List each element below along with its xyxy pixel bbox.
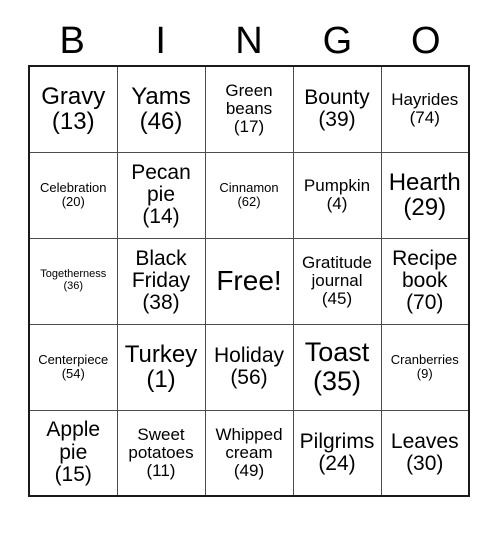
header-letter-b: B	[59, 20, 85, 62]
bingo-cell-label: Green beans	[225, 81, 273, 119]
bingo-cell-number: (9)	[416, 366, 433, 381]
bingo-cell[interactable]: Pilgrims (24)	[292, 409, 382, 497]
bingo-cell[interactable]: Hearth (29)	[380, 151, 470, 239]
header-letter-g: G	[322, 20, 353, 62]
bingo-cell-label: Free!	[216, 265, 282, 297]
bingo-cell-number: (56)	[230, 366, 268, 389]
bingo-cell-number: (39)	[318, 108, 356, 132]
bingo-cell[interactable]: Black Friday (38)	[116, 237, 206, 325]
bingo-cell-number: (49)	[233, 460, 265, 480]
bingo-cell-label: Leaves	[390, 429, 459, 453]
bingo-cell-label: Turkey	[124, 340, 198, 368]
bingo-cell-number: (70)	[406, 291, 444, 315]
bingo-cell-number: (36)	[63, 280, 84, 292]
bingo-cell-label: Celebration	[40, 180, 107, 196]
bingo-cell-number: (14)	[142, 205, 180, 229]
bingo-cell-number: (1)	[146, 366, 176, 393]
bingo-cell[interactable]: Sweet potatoes (11)	[116, 409, 206, 497]
bingo-grid: Gravy (13) Yams (46) Green beans (17) Bounty (3…	[28, 65, 470, 497]
bingo-cell[interactable]: Yams (46)	[116, 65, 206, 153]
header-letter-i: I	[155, 20, 166, 62]
header-letter-o: O	[411, 20, 441, 62]
bingo-cell-label: Apple pie	[46, 418, 101, 464]
bingo-cell-label: Centerpiece	[38, 352, 109, 368]
bingo-header: B I N G O	[28, 18, 470, 65]
bingo-cell-number: (20)	[61, 194, 85, 209]
bingo-cell[interactable]: Apple pie (15)	[28, 409, 118, 497]
bingo-cell-number: (46)	[139, 108, 183, 136]
bingo-cell-number: (30)	[406, 451, 444, 475]
bingo-cell-label: Pumpkin	[303, 175, 371, 195]
bingo-cell-label: Whipped cream	[215, 424, 283, 462]
bingo-row: Togetherness (36) Black Friday (38) Free! Gra…	[28, 237, 470, 325]
bingo-cell-label: Recipe book	[392, 246, 458, 292]
bingo-cell[interactable]: Turkey (1)	[116, 323, 206, 411]
bingo-cell[interactable]: Leaves (30)	[380, 409, 470, 497]
bingo-card: B I N G O Gravy (13) Yams (46) Green beans (1…	[28, 18, 470, 497]
bingo-free-space[interactable]: Free!	[204, 237, 294, 325]
bingo-cell-label: Sweet potatoes	[128, 424, 194, 462]
header-letter-n: N	[235, 20, 263, 62]
bingo-cell-label: Hearth	[388, 168, 461, 196]
bingo-cell-number: (54)	[61, 366, 85, 381]
bingo-cell[interactable]: Gratitude journal (45)	[292, 237, 382, 325]
bingo-cell-number: (35)	[312, 366, 361, 396]
bingo-cell-label: Cranberries	[390, 352, 459, 368]
bingo-cell-label: Bounty	[304, 86, 370, 109]
bingo-cell-label: Pecan pie	[131, 160, 191, 206]
bingo-row: Celebration (20) Pecan pie (14) Cinnamon (62)…	[28, 151, 470, 239]
bingo-cell-label: Cinnamon	[219, 180, 279, 196]
bingo-cell-number: (17)	[233, 117, 265, 137]
bingo-cell-label: Gratitude journal	[302, 252, 372, 290]
bingo-cell[interactable]: Cinnamon (62)	[204, 151, 294, 239]
bingo-cell-number: (24)	[318, 451, 356, 475]
bingo-cell-number: (4)	[326, 194, 348, 213]
bingo-cell[interactable]: Celebration (20)	[28, 151, 118, 239]
bingo-cell-number: (29)	[403, 194, 447, 221]
bingo-cell[interactable]: Centerpiece (54)	[28, 323, 118, 411]
bingo-cell-number: (13)	[51, 108, 95, 136]
bingo-cell[interactable]: Cranberries (9)	[380, 323, 470, 411]
bingo-cell[interactable]: Recipe book (70)	[380, 237, 470, 325]
bingo-cell-number: (11)	[146, 460, 176, 480]
bingo-row: Gravy (13) Yams (46) Green beans (17) Bounty (3…	[28, 65, 470, 153]
bingo-row: Apple pie (15) Sweet potatoes (11) Whipped c…	[28, 409, 470, 497]
bingo-cell-label: Hayrides	[391, 90, 459, 110]
bingo-cell-label: Holiday	[213, 343, 285, 367]
bingo-cell-number: (62)	[237, 194, 261, 209]
bingo-cell[interactable]: Gravy (13)	[28, 65, 118, 153]
bingo-cell[interactable]: Pecan pie (14)	[116, 151, 206, 239]
bingo-cell[interactable]: Pumpkin (4)	[292, 151, 382, 239]
bingo-cell[interactable]: Toast (35)	[292, 323, 382, 411]
bingo-cell-label: Toast	[304, 337, 370, 368]
bingo-cell-number: (74)	[409, 108, 440, 128]
bingo-cell-number: (45)	[321, 289, 353, 308]
bingo-cell[interactable]: Bounty (39)	[292, 65, 382, 153]
bingo-cell[interactable]: Whipped cream (49)	[204, 409, 294, 497]
bingo-row: Centerpiece (54) Turkey (1) Holiday (56) Toast…	[28, 323, 470, 411]
bingo-cell-label: Pilgrims	[299, 429, 375, 453]
bingo-cell[interactable]: Holiday (56)	[204, 323, 294, 411]
bingo-cell[interactable]: Green beans (17)	[204, 65, 294, 153]
bingo-cell-label: Yams	[131, 82, 191, 110]
bingo-cell-number: (38)	[142, 291, 180, 315]
bingo-cell-label: Black Friday	[131, 246, 191, 292]
bingo-cell-label: Gravy	[41, 82, 106, 110]
bingo-cell-number: (15)	[54, 462, 92, 486]
bingo-cell[interactable]: Togetherness (36)	[28, 237, 118, 325]
bingo-cell[interactable]: Hayrides (74)	[380, 65, 470, 153]
